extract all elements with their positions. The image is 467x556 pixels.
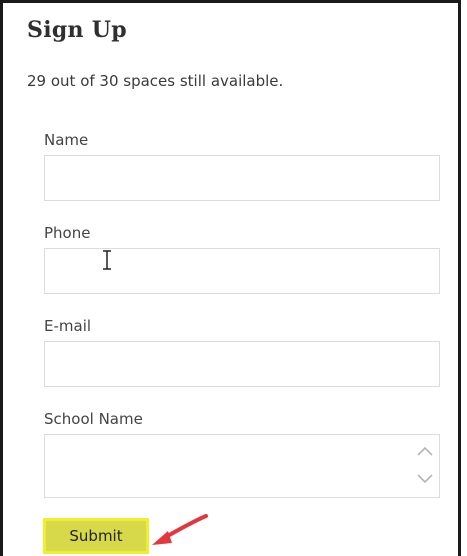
submit-button[interactable]: Submit bbox=[43, 518, 149, 554]
email-field[interactable] bbox=[44, 341, 440, 387]
text-cursor-icon bbox=[101, 250, 113, 274]
school-name-label: School Name bbox=[44, 410, 143, 428]
page-title: Sign Up bbox=[27, 17, 127, 43]
red-arrow-icon bbox=[148, 512, 212, 554]
phone-label: Phone bbox=[44, 224, 91, 242]
chevron-down-icon[interactable] bbox=[414, 469, 436, 489]
name-field[interactable] bbox=[44, 155, 440, 201]
email-label: E-mail bbox=[44, 317, 92, 335]
school-name-field[interactable] bbox=[44, 434, 440, 498]
availability-text: 29 out of 30 spaces still available. bbox=[27, 72, 284, 90]
chevron-up-icon[interactable] bbox=[414, 441, 436, 461]
name-label: Name bbox=[44, 131, 89, 149]
